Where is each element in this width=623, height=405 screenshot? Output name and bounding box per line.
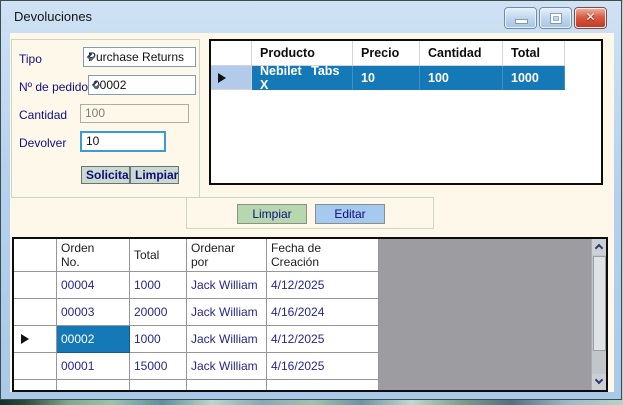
cantidad-field: 100	[80, 104, 189, 123]
close-icon: ✕	[576, 10, 605, 24]
tipo-combobox[interactable]: Purchase Returns	[83, 47, 196, 67]
products-grid: Producto Precio Cantidad Total Nebilet T…	[209, 39, 603, 185]
table-row: 00003 20000 Jack William 4/16/2024	[14, 299, 606, 326]
screen: Devoluciones ✕ Tipo Purchase Returns Nº …	[0, 0, 623, 405]
editar-button[interactable]: Editar	[315, 204, 385, 224]
cell-empty[interactable]	[57, 380, 130, 392]
cell-order-no[interactable]: 00003	[57, 299, 130, 326]
cell-total[interactable]: 1000	[503, 66, 565, 90]
col-header-producto[interactable]: Producto	[252, 41, 353, 66]
cell-order-no-selected[interactable]: 00002	[57, 326, 130, 353]
limpiar-button[interactable]: Limpiar	[237, 204, 307, 224]
window-title: Devoluciones	[14, 9, 92, 24]
return-form-panel: Tipo Purchase Returns Nº de pedido 00002…	[11, 39, 200, 198]
products-grid-corner-header[interactable]	[211, 41, 252, 66]
scroll-up-button[interactable]	[592, 239, 607, 255]
cell-empty[interactable]	[187, 380, 267, 392]
tipo-label: Tipo	[19, 52, 42, 66]
cell-total[interactable]: 20000	[130, 299, 187, 326]
col-header-orden-no[interactable]: Orden No.	[57, 239, 130, 272]
cell-cantidad[interactable]: 100	[420, 66, 503, 90]
cell-created[interactable]: 4/16/2025	[267, 353, 379, 380]
products-row-header[interactable]	[211, 66, 252, 90]
cell-order-no[interactable]: 00001	[57, 353, 130, 380]
chevron-down-icon	[595, 376, 603, 384]
pedido-label: Nº de pedido	[19, 80, 88, 94]
cell-total[interactable]: 1000	[130, 326, 187, 353]
current-row-arrow-icon	[218, 73, 226, 83]
row-header[interactable]	[14, 272, 57, 299]
close-button[interactable]: ✕	[575, 8, 606, 28]
cell-producto[interactable]: Nebilet Tabs X	[252, 66, 353, 90]
current-row-arrow-icon	[21, 334, 29, 344]
col-header-fecha[interactable]: Fecha de Creación	[267, 239, 379, 272]
maximize-button[interactable]	[540, 8, 571, 28]
row-header[interactable]	[14, 299, 57, 326]
col-header-cantidad[interactable]: Cantidad	[420, 41, 503, 66]
pedido-combobox[interactable]: 00002	[88, 75, 196, 95]
cantidad-label: Cantidad	[19, 108, 67, 122]
col-header-precio[interactable]: Precio	[353, 41, 420, 66]
col-header-total[interactable]: Total	[130, 239, 187, 272]
actions-panel: Limpiar Editar	[186, 197, 434, 229]
orders-grid-corner-header[interactable]	[14, 239, 57, 272]
tipo-combobox-value: Purchase Returns	[88, 50, 184, 64]
table-row: 00004 1000 Jack William 4/12/2025	[14, 272, 606, 299]
solicitar-button[interactable]: Solicitar	[81, 166, 130, 184]
orders-grid-header-row: Orden No. Total Ordenar por Fecha de Cre…	[14, 239, 606, 272]
cell-ordered-by[interactable]: Jack William	[187, 299, 267, 326]
cell-created[interactable]: 4/12/2025	[267, 326, 379, 353]
cell-ordered-by[interactable]: Jack William	[187, 272, 267, 299]
table-row: 00001 15000 Jack William 4/16/2025	[14, 353, 606, 380]
minimize-icon	[516, 20, 527, 23]
cell-total[interactable]: 15000	[130, 353, 187, 380]
cell-ordered-by[interactable]: Jack William	[187, 326, 267, 353]
devolver-field[interactable]: 10	[80, 131, 166, 152]
devolver-label: Devolver	[19, 136, 66, 150]
scroll-down-button[interactable]	[592, 374, 607, 390]
cell-created[interactable]: 4/16/2024	[267, 299, 379, 326]
limpiar-small-button[interactable]: Limpiar	[130, 166, 179, 184]
products-grid-row: Nebilet Tabs X 10 100 1000	[211, 66, 601, 90]
products-grid-header-row: Producto Precio Cantidad Total	[211, 41, 601, 66]
orders-grid: Orden No. Total Ordenar por Fecha de Cre…	[12, 237, 608, 392]
cell-order-no[interactable]: 00004	[57, 272, 130, 299]
cell-created[interactable]: 4/12/2025	[267, 272, 379, 299]
table-row-selected: 00002 1000 Jack William 4/12/2025	[14, 326, 606, 353]
cell-ordered-by[interactable]: Jack William	[187, 353, 267, 380]
row-header[interactable]	[14, 380, 57, 392]
client-area: Tipo Purchase Returns Nº de pedido 00002…	[10, 33, 614, 392]
minimize-button[interactable]	[505, 8, 536, 28]
col-header-total[interactable]: Total	[503, 41, 565, 66]
cell-precio[interactable]: 10	[353, 66, 420, 90]
cell-total[interactable]: 1000	[130, 272, 187, 299]
scrollbar-thumb[interactable]	[593, 256, 606, 351]
maximize-icon	[551, 14, 561, 23]
table-row-new-empty	[14, 380, 606, 392]
current-row-indicator[interactable]	[14, 326, 57, 353]
window-controls: ✕	[505, 8, 606, 28]
row-header[interactable]	[14, 353, 57, 380]
titlebar[interactable]: Devoluciones ✕	[1, 1, 621, 32]
chevron-up-icon	[595, 244, 603, 252]
vertical-scrollbar[interactable]	[591, 239, 606, 390]
cell-empty[interactable]	[130, 380, 187, 392]
cell-empty[interactable]	[267, 380, 379, 392]
devoluciones-window: Devoluciones ✕ Tipo Purchase Returns Nº …	[0, 0, 622, 400]
col-header-ordenar-por[interactable]: Ordenar por	[187, 239, 267, 272]
